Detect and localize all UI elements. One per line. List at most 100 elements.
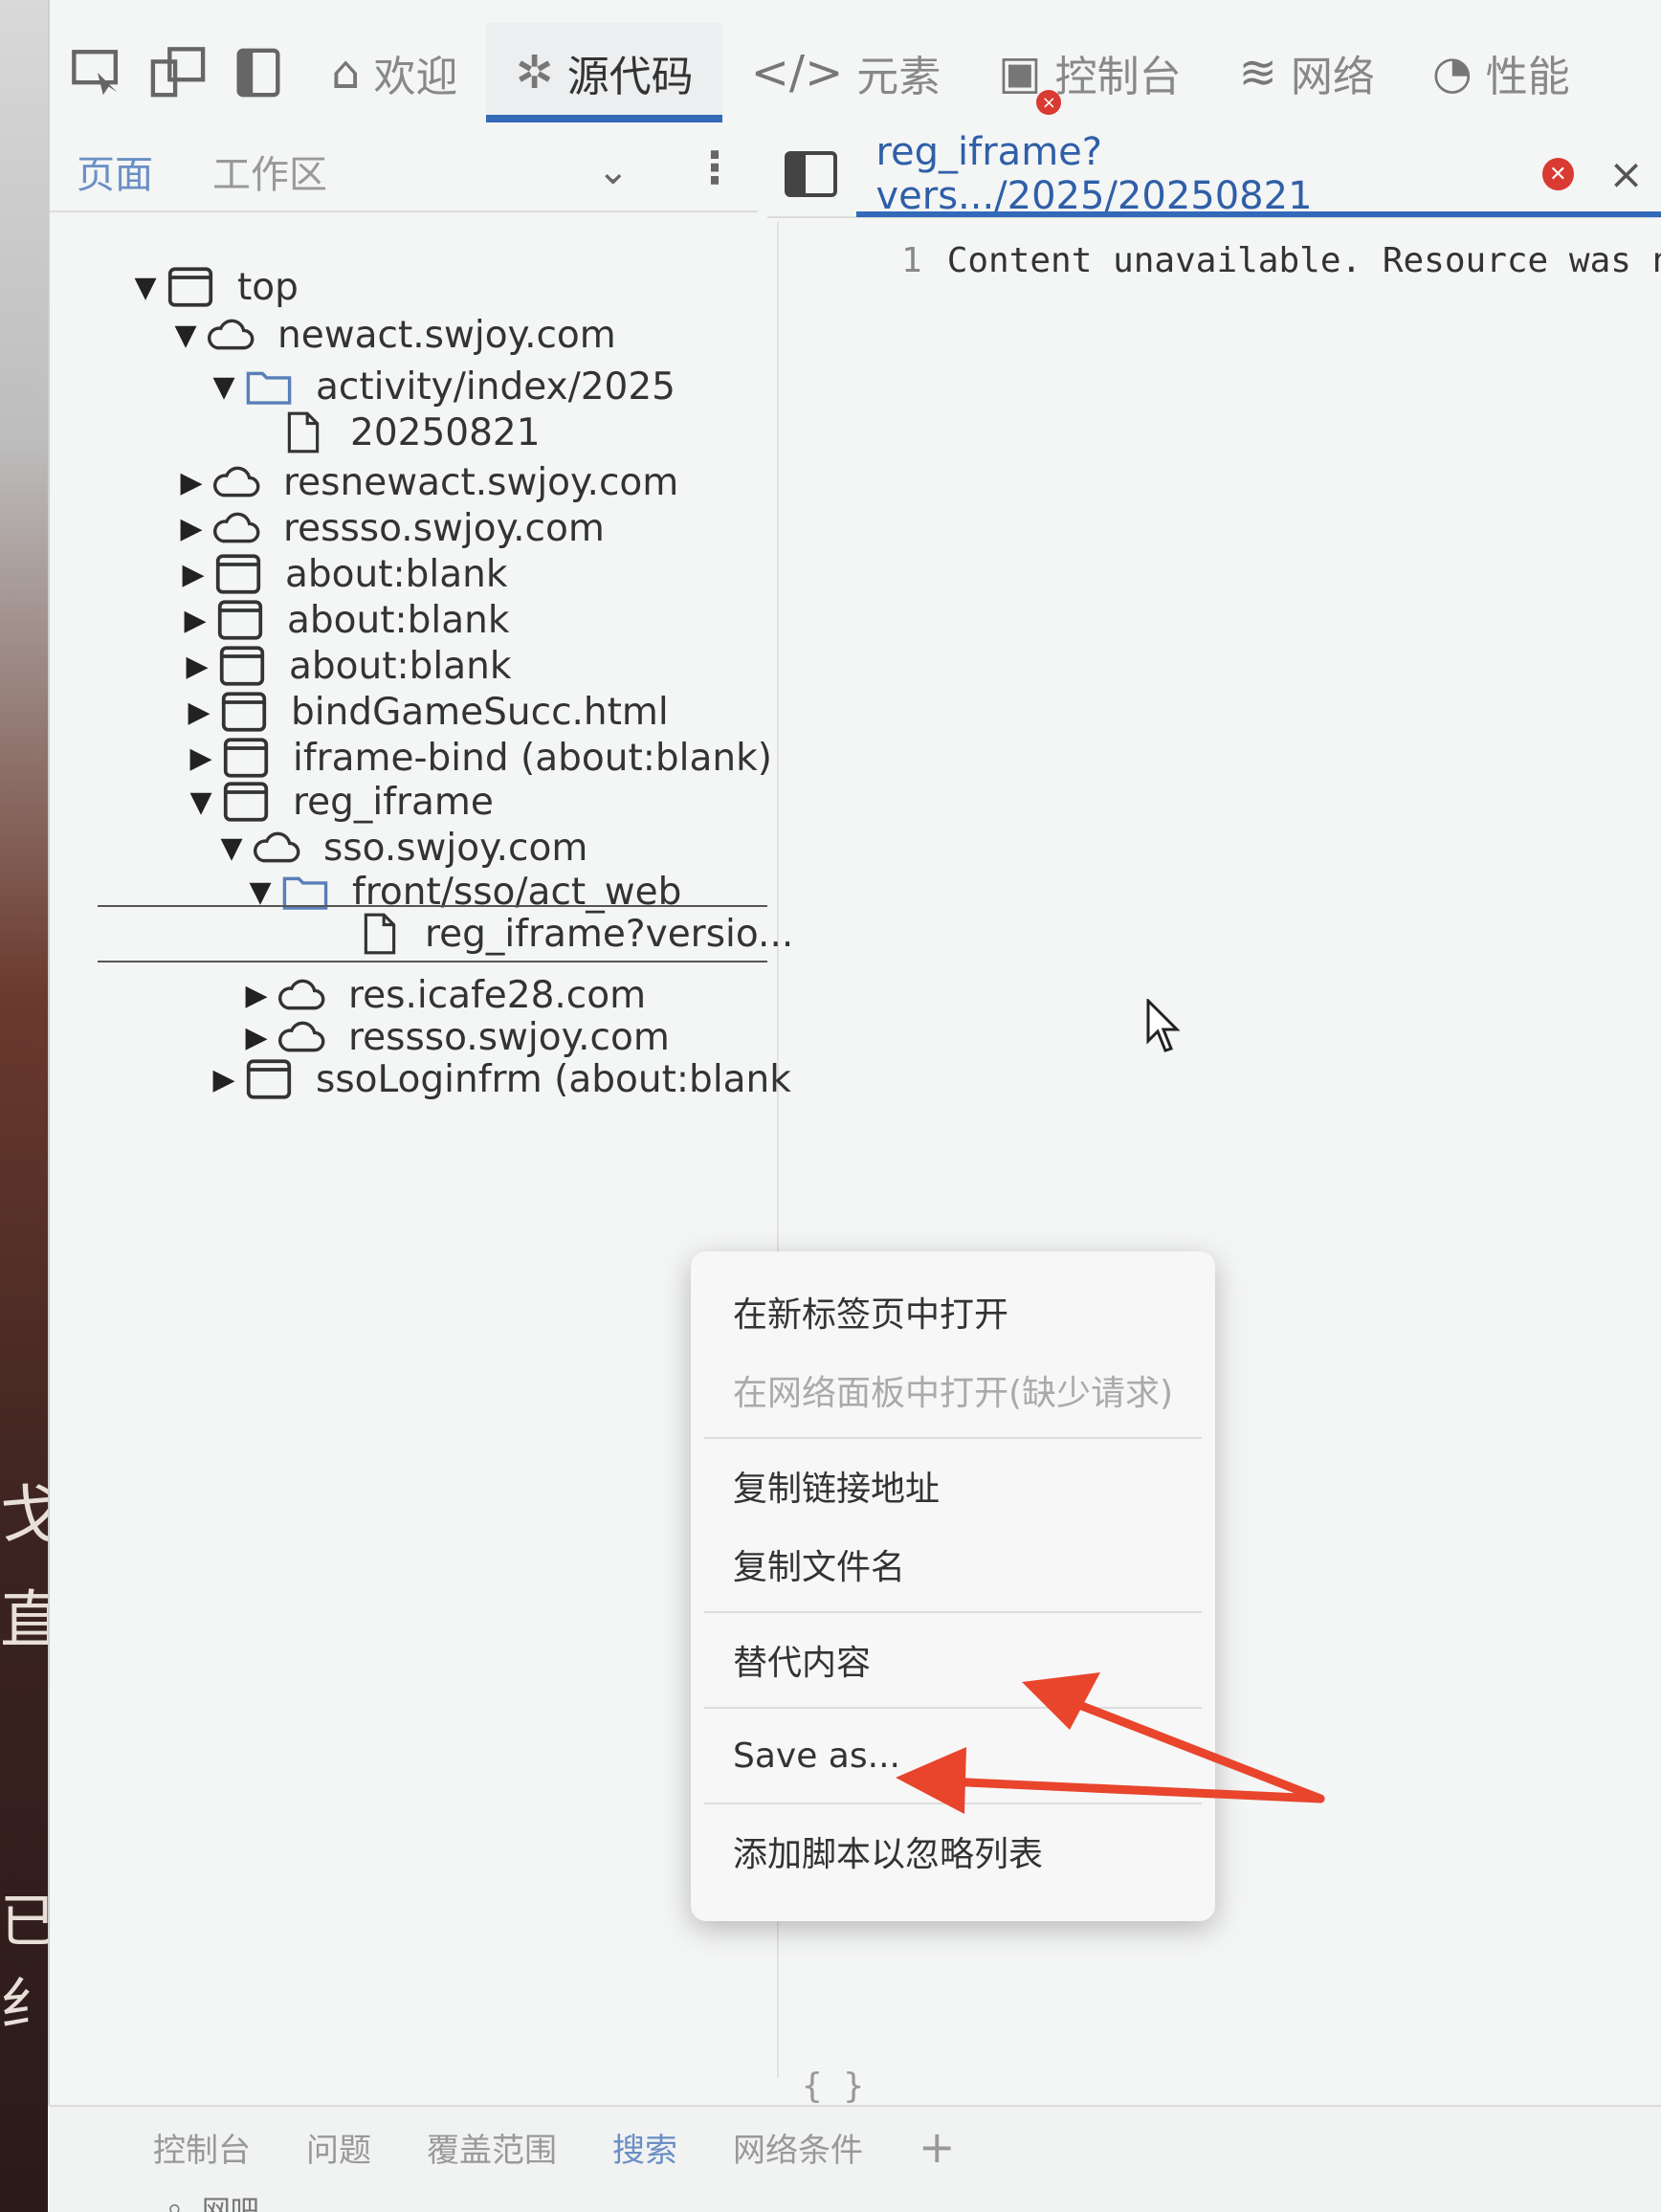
drawer-tab-coverage[interactable]: 覆盖范围 (427, 2124, 557, 2171)
folder-icon (243, 364, 295, 409)
tab-page[interactable]: 页面 (77, 144, 153, 199)
device-emulation-icon[interactable] (142, 36, 214, 109)
expand-arrow-icon[interactable]: ▶ (237, 1021, 276, 1054)
tab-label: 网络 (1290, 53, 1375, 101)
expand-arrow-icon[interactable]: ▼ (212, 831, 251, 865)
tree-item-label: top (237, 265, 299, 309)
tree-item-label: ressso.swjoy.com (283, 506, 605, 550)
dock-side-icon[interactable] (222, 36, 295, 109)
console-icon: ▣ (998, 46, 1042, 100)
tree-item-label: reg_iframe?versio... (425, 912, 794, 956)
drawer-tab-network-conditions[interactable]: 网络条件 (733, 2124, 863, 2171)
tree-item-label: about:blank (285, 552, 508, 596)
expand-arrow-icon[interactable]: ▶ (176, 604, 214, 637)
tab-workspace[interactable]: 工作区 (212, 144, 327, 199)
tree-item[interactable]: ▶ ssoLoginfrm (about:blank (205, 1051, 791, 1108)
add-tab-button[interactable]: + (919, 2121, 956, 2173)
frame-icon (165, 264, 216, 310)
drawer-tab-search[interactable]: 搜索 (612, 2124, 677, 2171)
tree-item-label: newact.swjoy.com (277, 313, 616, 357)
line-number: 1 (901, 241, 922, 280)
tree-item-label: 20250821 (350, 410, 541, 454)
tree-item-label: reg_iframe (293, 780, 494, 824)
expand-arrow-icon[interactable]: ▼ (241, 875, 279, 909)
drawer-tab-issues[interactable]: 问题 (306, 2124, 371, 2171)
frame-icon (214, 597, 266, 643)
tree-item-label: bindGameSucc.html (291, 690, 669, 734)
expand-arrow-icon[interactable]: ▶ (178, 650, 216, 683)
gauge-icon: ◔ (1431, 46, 1473, 100)
navigator-tabs: 页面 工作区 ⌄ ⋮ (50, 132, 758, 212)
drawer-tab-console[interactable]: 控制台 (153, 2124, 251, 2171)
more-options-icon[interactable]: ⋮ (693, 142, 737, 193)
editor-file-tab[interactable]: reg_iframe?vers.../2025/20250821 ✕ × (856, 130, 1661, 218)
tab-welcome[interactable]: ⌂ 欢迎 (302, 23, 486, 122)
tab-label: 源代码 (566, 53, 694, 101)
tab-console[interactable]: ▣ × 控制台 (969, 23, 1209, 122)
search-icon: ⌕ (166, 2191, 183, 2212)
expand-arrow-icon[interactable]: ▼ (166, 319, 205, 352)
tab-network[interactable]: ≋ 网络 (1210, 23, 1404, 122)
close-tab-button[interactable]: × (1608, 150, 1644, 199)
inspect-icon[interactable] (61, 36, 134, 109)
menu-separator (704, 1707, 1202, 1709)
expand-arrow-icon[interactable]: ▶ (205, 1063, 243, 1096)
tab-sources[interactable]: ✲ 源代码 (486, 23, 722, 122)
error-badge: × (1036, 90, 1062, 115)
tree-item-label: about:blank (287, 598, 510, 642)
frame-icon (218, 689, 270, 735)
tree-item-label: activity/index/2025 (316, 365, 675, 409)
tree-item-label: about:blank (289, 644, 512, 688)
expand-arrow-icon[interactable]: ▶ (172, 466, 210, 499)
drawer-tabs: 控制台 问题 覆盖范围 搜索 网络条件 + (48, 2107, 1661, 2187)
menu-override-content[interactable]: 替代内容 (691, 1621, 1215, 1699)
menu-save-as[interactable]: Save as... (691, 1716, 1215, 1795)
drawer-search[interactable]: ⌕ 网吧 (48, 2187, 1661, 2212)
toggle-navigator-icon[interactable] (785, 151, 838, 197)
menu-open-network-panel: 在网络面板中打开(缺少请求) (733, 1374, 1174, 1413)
chevron-down-icon[interactable]: ⌄ (597, 149, 630, 193)
tree-item[interactable]: 20250821 (277, 404, 541, 461)
expand-arrow-icon[interactable]: ▶ (182, 741, 220, 775)
cloud-icon (210, 459, 262, 505)
cloud-icon (205, 312, 256, 358)
menu-open-new-tab[interactable]: 在新标签页中打开 (691, 1272, 1215, 1351)
tree-item-selected[interactable]: reg_iframe?versio... (98, 905, 793, 962)
mouse-cursor-icon (1146, 999, 1181, 1052)
tab-label: 元素 (856, 53, 941, 101)
menu-separator (704, 1437, 1202, 1439)
search-input[interactable]: 网吧 (202, 2187, 259, 2212)
file-icon (277, 409, 329, 455)
expand-arrow-icon[interactable]: ▶ (237, 979, 276, 1012)
menu-separator (704, 1611, 1202, 1613)
code-line: 1 Content unavailable. Resource was not (901, 241, 1661, 280)
tab-label: 性能 (1485, 53, 1570, 101)
tree-item-label: resnewact.swjoy.com (283, 460, 679, 504)
bottom-drawer: 控制台 问题 覆盖范围 搜索 网络条件 + ⌕ 网吧 (48, 2105, 1661, 2212)
context-menu: 在新标签页中打开 在网络面板中打开(缺少请求) 复制链接地址 复制文件名 替代内… (691, 1251, 1215, 1921)
expand-arrow-icon[interactable]: ▼ (205, 370, 243, 404)
line-text: Content unavailable. Resource was not (946, 241, 1661, 280)
tab-label: 控制台 (1054, 53, 1182, 101)
tree-item-label: ssoLoginfrm (about:blank (316, 1057, 791, 1101)
tree-item[interactable]: ▼ newact.swjoy.com (166, 306, 616, 364)
frame-icon (212, 551, 264, 597)
file-tab-label: reg_iframe?vers.../2025/20250821 (875, 130, 1313, 218)
pretty-print-icon[interactable]: { } (802, 2067, 864, 2106)
code-brackets-icon: </> (750, 46, 844, 100)
menu-copy-link[interactable]: 复制链接地址 (691, 1447, 1215, 1525)
tab-elements[interactable]: </> 元素 (722, 23, 970, 122)
expand-arrow-icon[interactable]: ▼ (126, 271, 165, 304)
file-icon (356, 911, 404, 957)
expand-arrow-icon[interactable]: ▶ (172, 512, 210, 545)
expand-arrow-icon[interactable]: ▶ (180, 696, 218, 729)
home-icon: ⌂ (331, 46, 361, 100)
bug-icon: ✲ (515, 46, 554, 100)
frame-icon (216, 643, 268, 689)
expand-arrow-icon[interactable]: ▼ (182, 785, 220, 819)
tab-performance[interactable]: ◔ 性能 (1404, 23, 1599, 122)
expand-arrow-icon[interactable]: ▶ (174, 558, 212, 591)
frame-icon (243, 1056, 295, 1102)
menu-add-to-ignore-list[interactable]: 添加脚本以忽略列表 (691, 1812, 1215, 1891)
menu-copy-filename[interactable]: 复制文件名 (691, 1525, 1215, 1604)
